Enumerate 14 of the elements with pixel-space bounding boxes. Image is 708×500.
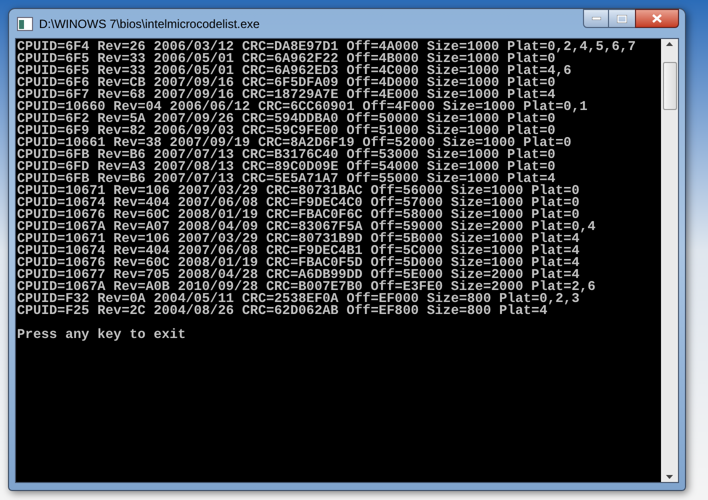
- close-icon: [652, 14, 662, 23]
- minimize-icon: [592, 17, 600, 20]
- scrollbar-thumb[interactable]: [662, 62, 676, 110]
- console-line: CPUID=F25 Rev=2C 2004/08/26 CRC=62D062AB Off=EF800 Size=800 Plat=4: [17, 306, 548, 318]
- console-prompt: Press any key to exit: [17, 330, 186, 342]
- scroll-up-icon[interactable]: [666, 42, 673, 46]
- maximize-icon: [617, 14, 627, 22]
- minimize-button[interactable]: [583, 9, 609, 28]
- scrollbar[interactable]: [661, 39, 678, 482]
- maximize-button[interactable]: [609, 9, 635, 28]
- scroll-down-icon[interactable]: [666, 475, 673, 479]
- close-button[interactable]: [635, 9, 679, 28]
- window-title: D:\WINOWS 7\bios\intelmicrocodelist.exe: [39, 16, 260, 32]
- console-app-icon: [17, 16, 33, 30]
